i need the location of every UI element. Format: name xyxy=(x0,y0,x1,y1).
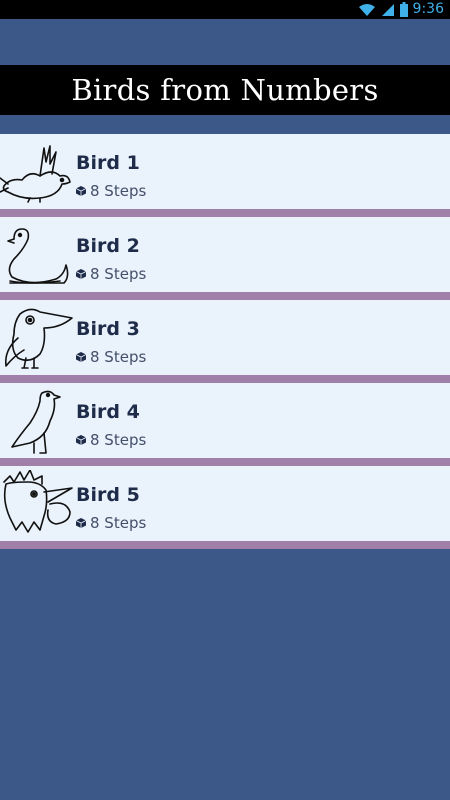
title-bar: Birds from Numbers xyxy=(0,65,450,115)
status-time: 9:36 xyxy=(412,1,444,17)
bird-3-toucan-drawing-icon xyxy=(4,308,73,369)
item-steps-label: 8 Steps xyxy=(90,182,147,200)
bird-5-rooster-drawing-icon xyxy=(3,470,73,533)
item-steps: 8 Steps xyxy=(76,514,146,532)
battery-icon xyxy=(399,2,408,17)
cube-icon xyxy=(76,186,86,196)
list-item-bird-4[interactable]: Bird 4 8 Steps xyxy=(0,383,450,466)
item-title: Bird 3 xyxy=(76,318,140,340)
item-steps-label: 8 Steps xyxy=(90,514,147,532)
cube-icon xyxy=(76,518,86,528)
list-item-bird-1[interactable]: Bird 1 8 Steps xyxy=(0,134,450,217)
item-steps-label: 8 Steps xyxy=(90,348,147,366)
item-title: Bird 2 xyxy=(76,235,140,257)
status-icons: 9:36 xyxy=(358,1,444,18)
item-steps: 8 Steps xyxy=(76,265,146,283)
signal-icon xyxy=(381,3,394,16)
item-steps: 8 Steps xyxy=(76,182,146,200)
wifi-icon xyxy=(358,3,375,16)
bird-1-drawing-icon xyxy=(0,145,71,203)
list-item-bird-3[interactable]: Bird 3 8 Steps xyxy=(0,300,450,383)
list-item-bird-2[interactable]: Bird 2 8 Steps xyxy=(0,217,450,300)
cube-icon xyxy=(76,269,86,279)
item-steps-label: 8 Steps xyxy=(90,265,147,283)
item-steps: 8 Steps xyxy=(76,348,146,366)
list-item-bird-5[interactable]: Bird 5 8 Steps xyxy=(0,466,450,549)
bird-4-pigeon-drawing-icon xyxy=(11,390,61,454)
status-bar: 9:36 xyxy=(0,0,450,19)
bird-list: Bird 1 8 Steps Bird 2 8 Steps Bird 3 8 S… xyxy=(0,134,450,549)
cube-icon xyxy=(76,435,86,445)
item-steps-label: 8 Steps xyxy=(90,431,147,449)
bird-2-swan-drawing-icon xyxy=(7,228,69,284)
item-title: Bird 4 xyxy=(76,401,140,423)
item-title: Bird 5 xyxy=(76,484,140,506)
page-title: Birds from Numbers xyxy=(71,73,379,107)
item-steps: 8 Steps xyxy=(76,431,146,449)
item-title: Bird 1 xyxy=(76,152,140,174)
cube-icon xyxy=(76,352,86,362)
